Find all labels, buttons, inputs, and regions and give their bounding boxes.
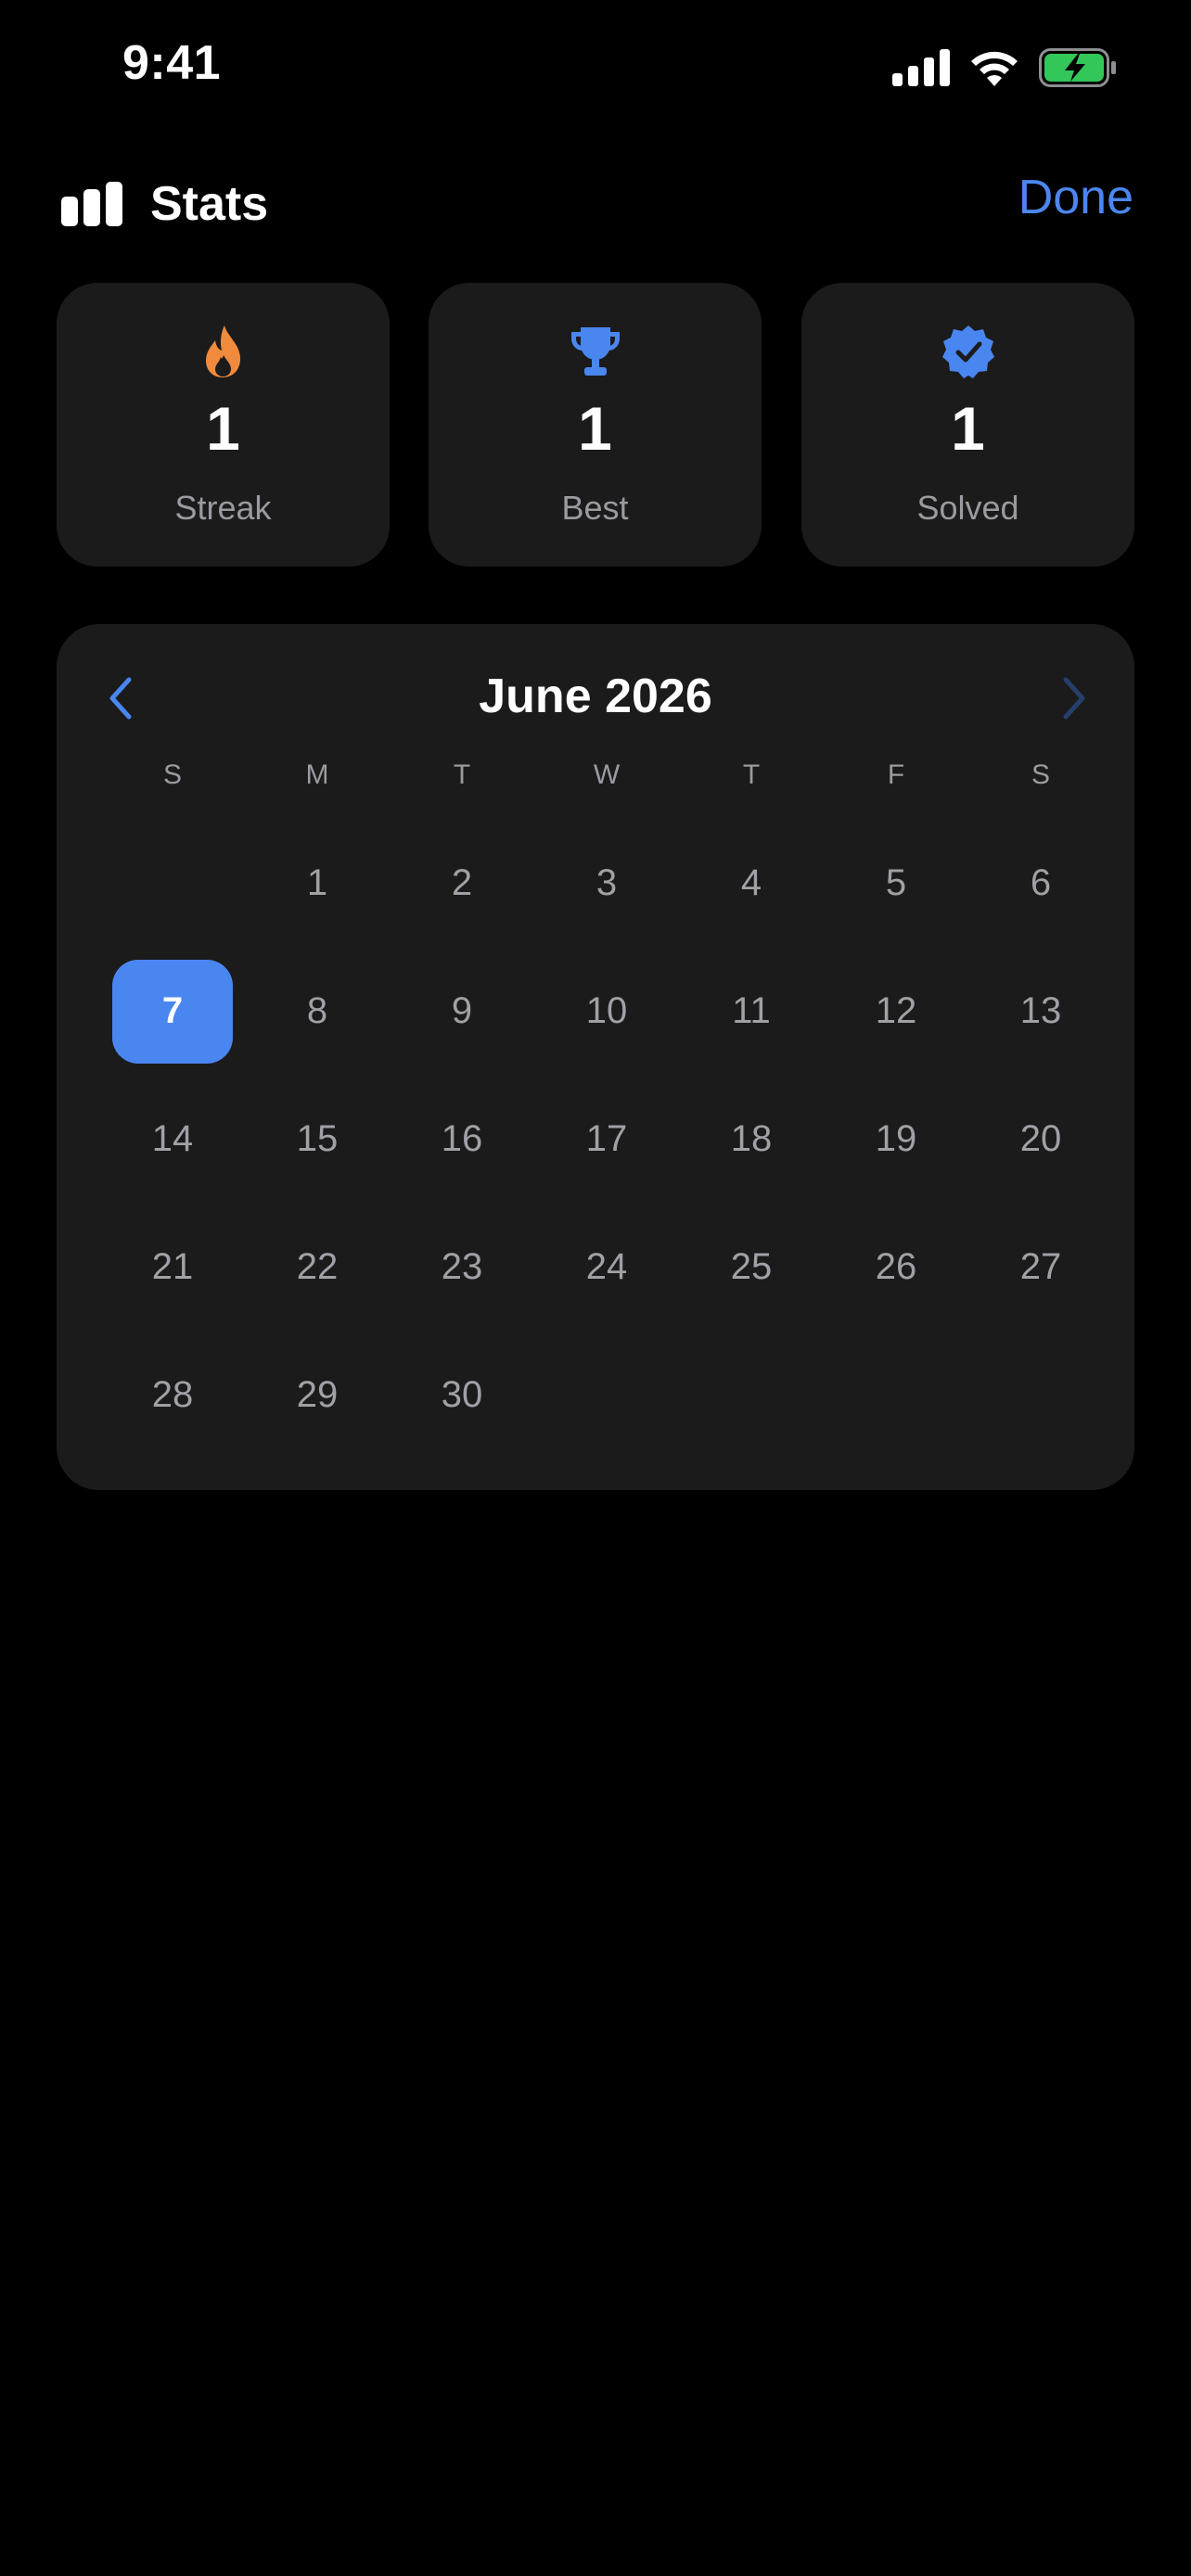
day-number: 16 <box>441 1117 483 1159</box>
day-cell[interactable]: 9 <box>390 947 534 1075</box>
day-cell[interactable]: 18 <box>679 1075 824 1203</box>
day-cell[interactable]: 25 <box>679 1203 824 1331</box>
day-number: 24 <box>585 1245 628 1287</box>
best-value: 1 <box>578 394 612 463</box>
day-number: 8 <box>306 989 328 1031</box>
day-number: 22 <box>296 1245 339 1287</box>
day-cell[interactable]: 13 <box>968 947 1113 1075</box>
status-bar: 9:41 <box>0 0 1191 130</box>
day-number: 13 <box>1019 989 1062 1031</box>
day-cell[interactable]: 17 <box>534 1075 679 1203</box>
day-number: 21 <box>151 1245 194 1287</box>
day-number: 3 <box>596 861 618 903</box>
day-number: 10 <box>585 989 628 1031</box>
day-cell[interactable]: 19 <box>824 1075 968 1203</box>
streak-label: Streak <box>174 489 272 527</box>
day-cell[interactable]: 6 <box>968 819 1113 947</box>
day-number: 7 <box>161 989 184 1031</box>
day-cell[interactable]: 16 <box>390 1075 534 1203</box>
status-time: 9:41 <box>122 36 222 90</box>
day-cell[interactable]: 3 <box>534 819 679 947</box>
day-cell[interactable]: 12 <box>824 947 968 1075</box>
day-cell[interactable]: 2 <box>390 819 534 947</box>
day-number: 20 <box>1019 1117 1062 1159</box>
bar-chart-icon <box>61 182 122 226</box>
day-cell[interactable]: 5 <box>824 819 968 947</box>
stat-card-solved: 1 Solved <box>801 283 1134 567</box>
day-cell[interactable]: 26 <box>824 1203 968 1331</box>
day-number: 4 <box>740 861 762 903</box>
streak-value: 1 <box>206 394 240 463</box>
day-number: 12 <box>875 989 917 1031</box>
best-label: Best <box>561 489 629 527</box>
day-cell-selected[interactable]: 7 <box>100 947 245 1075</box>
day-cell[interactable]: 23 <box>390 1203 534 1331</box>
solved-value: 1 <box>951 394 985 463</box>
flame-icon <box>205 325 240 377</box>
chevron-right-icon[interactable] <box>1051 670 1097 726</box>
verified-badge-icon <box>941 325 994 378</box>
day-cell-empty <box>100 819 245 947</box>
day-cell[interactable]: 29 <box>245 1331 390 1459</box>
weekday-label: W <box>593 759 621 790</box>
day-cell[interactable]: 15 <box>245 1075 390 1203</box>
weekday-header: S M T W T F S <box>100 759 1113 806</box>
day-number: 15 <box>296 1117 339 1159</box>
day-cell[interactable]: 22 <box>245 1203 390 1331</box>
day-number: 28 <box>151 1373 194 1415</box>
day-cell[interactable]: 14 <box>100 1075 245 1203</box>
weekday-label: S <box>1031 759 1050 790</box>
trophy-icon <box>570 327 620 376</box>
day-cell[interactable]: 27 <box>968 1203 1113 1331</box>
header: Stats Done <box>0 158 1191 241</box>
weekday-label: S <box>162 759 182 790</box>
day-grid: 1 2 3 4 5 6 7 8 9 10 11 12 13 14 15 16 17 18 19 20 21 22 23 24 2… <box>100 819 1113 1459</box>
day-number: 5 <box>885 861 907 903</box>
day-cell[interactable]: 24 <box>534 1203 679 1331</box>
day-number: 6 <box>1030 861 1052 903</box>
day-cell[interactable]: 1 <box>245 819 390 947</box>
day-number: 30 <box>441 1373 483 1415</box>
day-cell[interactable]: 10 <box>534 947 679 1075</box>
status-icons <box>892 46 1117 89</box>
day-cell[interactable]: 4 <box>679 819 824 947</box>
battery-charging-icon <box>1039 48 1116 87</box>
day-cell[interactable]: 8 <box>245 947 390 1075</box>
stat-card-best: 1 Best <box>429 283 762 567</box>
cellular-signal-icon <box>892 49 950 86</box>
day-number: 14 <box>151 1117 194 1159</box>
day-number: 1 <box>306 861 328 903</box>
day-number: 2 <box>451 861 473 903</box>
day-number: 17 <box>585 1117 628 1159</box>
solved-label: Solved <box>916 489 1019 527</box>
weekday-label: F <box>887 759 905 790</box>
stat-card-streak: 1 Streak <box>57 283 390 567</box>
month-title: June 2026 <box>479 670 712 723</box>
day-number: 18 <box>730 1117 773 1159</box>
day-number: 25 <box>730 1245 773 1287</box>
calendar: June 2026 S M T W T F S 1 2 3 4 5 6 7 8 9 10 11 12 1… <box>57 624 1134 1490</box>
day-cell[interactable]: 28 <box>100 1331 245 1459</box>
done-button[interactable]: Done <box>1018 170 1133 225</box>
weekday-label: M <box>305 759 329 790</box>
day-cell[interactable]: 11 <box>679 947 824 1075</box>
weekday-label: T <box>453 759 471 790</box>
day-number: 11 <box>732 989 771 1031</box>
day-cell[interactable]: 30 <box>390 1331 534 1459</box>
wifi-icon <box>971 51 1018 86</box>
header-left: Stats <box>61 176 268 232</box>
day-number: 9 <box>451 989 473 1031</box>
day-cell[interactable]: 21 <box>100 1203 245 1331</box>
day-number: 27 <box>1019 1245 1062 1287</box>
day-number: 29 <box>296 1373 339 1415</box>
day-number: 26 <box>875 1245 917 1287</box>
day-number: 19 <box>875 1117 917 1159</box>
day-number: 23 <box>441 1245 483 1287</box>
day-cell[interactable]: 20 <box>968 1075 1113 1203</box>
page-title: Stats <box>150 177 269 231</box>
weekday-label: T <box>742 759 761 790</box>
